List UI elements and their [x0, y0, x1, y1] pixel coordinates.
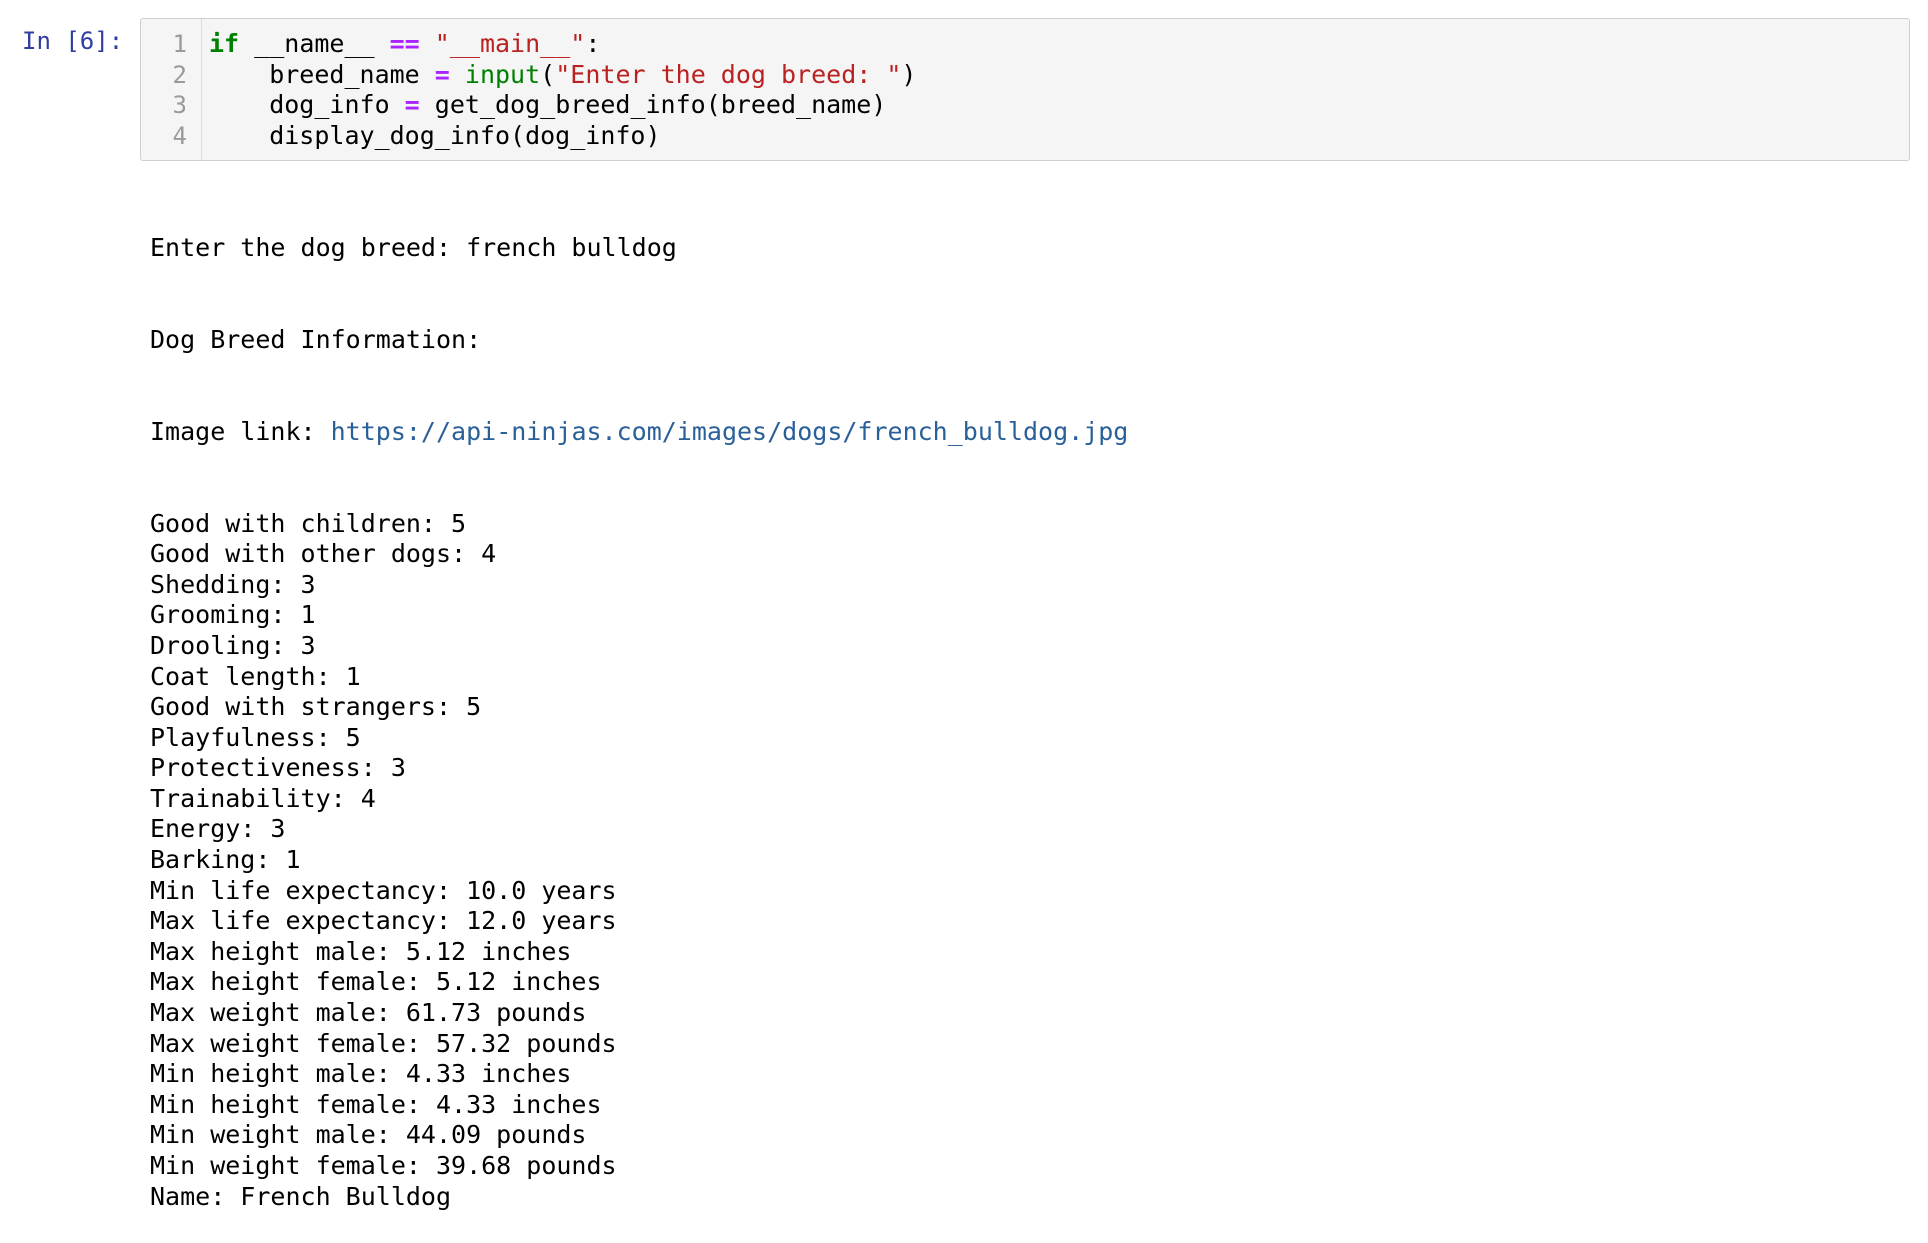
output-line: Min height male: 4.33 inches	[150, 1059, 572, 1089]
output-line: Enter the dog breed: french bulldog	[150, 233, 677, 263]
output-line: Trainability: 4	[150, 783, 376, 813]
output-line: Max life expectancy: 12.0 years	[150, 906, 617, 936]
line-number: 2	[172, 60, 187, 89]
image-link[interactable]: https://api-ninjas.com/images/dogs/frenc…	[331, 417, 1129, 446]
output-line: Name: French Bulldog	[150, 1181, 452, 1211]
output-line: Shedding: 3	[150, 569, 316, 599]
output-line: Dog Breed Information:	[150, 324, 482, 354]
keyword: if	[209, 29, 240, 58]
output-line: Min height female: 4.33 inches	[150, 1089, 602, 1119]
code-cell[interactable]: 1 2 3 4 if __name__ == "__main__": breed…	[140, 18, 1910, 161]
output-line: Max weight female: 57.32 pounds	[150, 1028, 617, 1058]
line-number: 4	[172, 121, 187, 150]
string: "__main__"	[419, 29, 586, 58]
code-line-2: breed_name = input("Enter the dog breed:…	[209, 60, 916, 91]
output-line: Good with other dogs: 4	[150, 539, 497, 569]
code-line-4: display_dog_info(dog_info)	[209, 120, 661, 150]
output-line: Good with strangers: 5	[150, 692, 482, 722]
identifier: breed_name	[209, 59, 435, 89]
output-line: Max height male: 5.12 inches	[150, 936, 572, 966]
output-line: Min weight female: 39.68 pounds	[150, 1151, 617, 1180]
operator: =	[404, 90, 420, 119]
string: "Enter the dog breed: "	[555, 59, 902, 89]
code-editor[interactable]: if __name__ == "__main__": breed_name = …	[209, 29, 916, 151]
output-line: Min weight male: 44.09 pounds	[150, 1120, 587, 1150]
output-line: Playfulness: 5	[150, 722, 361, 752]
code-line-1: if __name__ == "__main__":	[209, 29, 916, 60]
output-line: Max weight male: 61.73 pounds	[150, 998, 587, 1028]
image-link-label: Image link:	[150, 416, 331, 446]
punct: (	[540, 59, 556, 89]
operator: =	[434, 59, 450, 89]
code-line-3: dog_info = get_dog_breed_info(breed_name…	[209, 90, 916, 121]
output-line: Energy: 3	[150, 814, 286, 844]
operator: ==	[389, 29, 420, 58]
line-number: 1	[172, 30, 187, 58]
output-line: Drooling: 3	[150, 630, 316, 660]
builtin: input	[464, 59, 541, 89]
line-number-gutter: 1 2 3 4	[141, 19, 202, 160]
identifier: __name__	[239, 29, 390, 58]
punct: )	[901, 59, 917, 89]
output-line: Grooming: 1	[150, 600, 316, 630]
cell-output: Enter the dog breed: french bulldog Dog …	[150, 172, 1128, 1243]
output-line: Protectiveness: 3	[150, 753, 406, 783]
identifier: dog_info	[209, 90, 405, 119]
punct: :	[585, 29, 601, 58]
output-line: Coat length: 1	[150, 661, 361, 691]
output-line: Image link: https://api-ninjas.com/image…	[150, 417, 1128, 448]
line-number: 3	[172, 91, 187, 119]
output-line: Min life expectancy: 10.0 years	[150, 875, 617, 905]
input-prompt: In [6]:	[22, 27, 124, 55]
output-line: Max height female: 5.12 inches	[150, 967, 602, 997]
output-line: Good with children: 5	[150, 508, 467, 538]
call: get_dog_breed_info(breed_name)	[419, 90, 887, 119]
output-line: Barking: 1	[150, 845, 301, 875]
